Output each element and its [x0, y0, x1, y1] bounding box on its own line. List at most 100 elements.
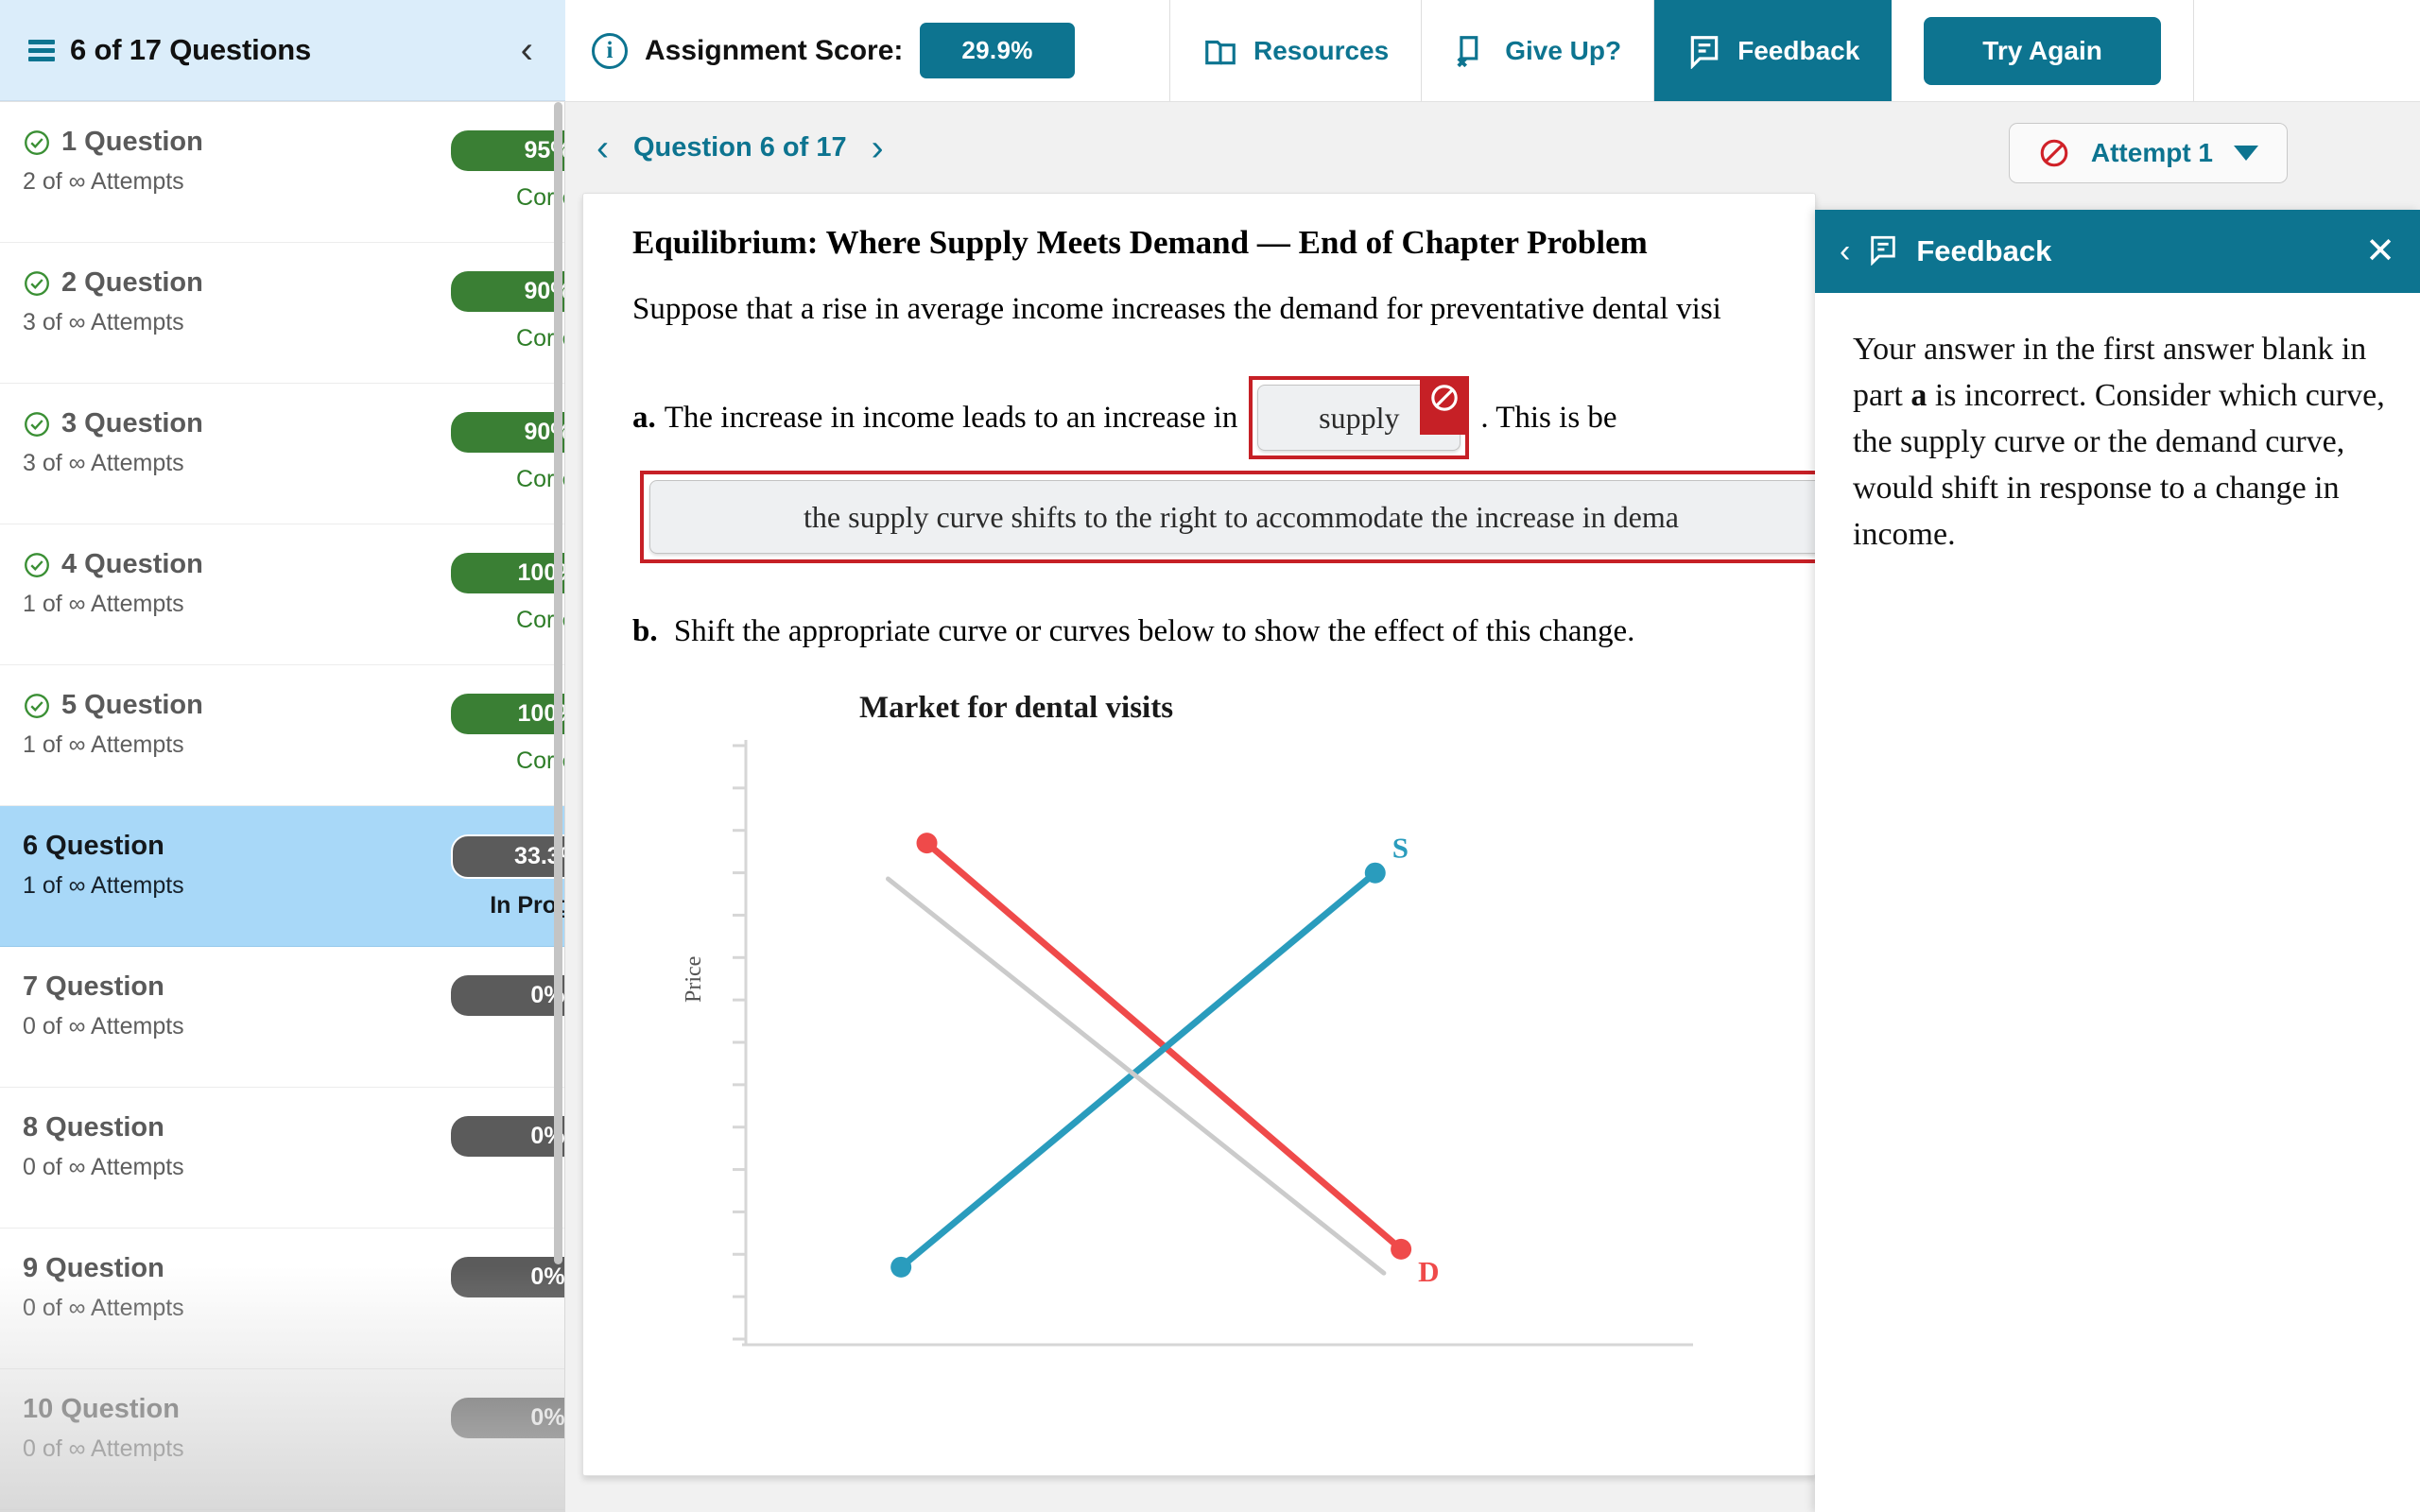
sidebar-scrollbar[interactable] [554, 102, 562, 1264]
score-badge: 90% [451, 271, 564, 312]
try-again-zone: Try Again [1892, 0, 2194, 101]
score-badge: 90% [451, 412, 564, 453]
check-circle-icon [23, 129, 51, 157]
status-text: Correct [516, 466, 564, 492]
chart-title: Market for dental visits [858, 691, 1174, 725]
feedback-tab-label: Feedback [1737, 35, 1860, 65]
give-up-label: Give Up? [1505, 35, 1622, 65]
chart-drag-handle[interactable] [916, 833, 938, 854]
question-list-item-status: 90% Correct [451, 412, 564, 493]
info-icon[interactable]: i [592, 32, 628, 69]
question-list-item[interactable]: 7 Question 0 of ∞ Attempts 0% [0, 947, 564, 1088]
incorrect-outline: supply [1249, 376, 1470, 459]
top-toolbar: 6 of 17 Questions ‹ i Assignment Score: … [0, 0, 2420, 102]
question-list-item-name: 5 Question [61, 690, 203, 720]
chart-canvas[interactable]: DS [700, 734, 1693, 1358]
question-list-item[interactable]: 4 Question1 of ∞ Attempts100%Correct [0, 524, 564, 665]
try-again-button[interactable]: Try Again [1924, 16, 2161, 85]
resources-label: Resources [1253, 35, 1390, 65]
question-counter-label: Question 6 of 17 [633, 131, 847, 163]
attempt-label: Attempt 1 [2090, 138, 2213, 167]
question-list-item-status: 0% [451, 1257, 564, 1297]
question-list-item[interactable]: 5 Question1 of ∞ Attempts100%Correct [0, 665, 564, 806]
part-a-text-before: The increase in income leads to an incre… [664, 400, 1238, 435]
incorrect-flag [1420, 376, 1470, 435]
give-up-button[interactable]: Give Up? [1422, 0, 1655, 101]
check-circle-icon [23, 551, 51, 579]
question-intro: Suppose that a rise in average income in… [632, 292, 1721, 326]
chevron-left-icon[interactable]: ‹ [1840, 235, 1850, 267]
question-list-header[interactable]: 6 of 17 Questions ‹ [0, 0, 565, 101]
supply-demand-chart[interactable]: Market for dental visits Price DS [632, 691, 1748, 1409]
question-list-item-status: 0% [451, 975, 564, 1016]
chart-drag-handle[interactable] [1391, 1238, 1412, 1260]
score-badge: 100% [451, 694, 564, 734]
chart-series-S[interactable]: S [890, 832, 1409, 1278]
score-badge: 0% [451, 1257, 564, 1297]
question-card: Equilibrium: Where Supply Meets Demand —… [582, 193, 1816, 1476]
question-list-item-name: 6 Question [23, 831, 164, 861]
feedback-icon [1686, 33, 1722, 69]
next-question-icon[interactable]: › [872, 129, 884, 166]
resources-button[interactable]: Resources [1170, 0, 1423, 101]
list-icon [28, 39, 55, 61]
score-badge: 100% [451, 553, 564, 593]
chart-series-D[interactable]: D [916, 833, 1440, 1288]
status-text: Correct [516, 747, 564, 774]
feedback-icon [1867, 233, 1899, 270]
question-list-item-status: 0% [451, 1398, 564, 1438]
part-a-blank-wrap: supply [1249, 376, 1470, 459]
chart-drag-handle[interactable] [1364, 862, 1386, 884]
question-list-item-status: 0% [451, 1116, 564, 1157]
question-list-item-name: 9 Question [23, 1253, 164, 1283]
assignment-score-zone: i Assignment Score: 29.9% [565, 0, 1170, 101]
question-list-item-attempts: 0 of ∞ Attempts [23, 1013, 184, 1040]
check-circle-icon [23, 410, 51, 438]
status-text: Correct [516, 607, 564, 633]
score-badge: 0% [451, 1398, 564, 1438]
chart-series-label: D [1418, 1255, 1439, 1288]
question-list-sidebar[interactable]: 1 Question2 of ∞ Attempts95%Correct2 Que… [0, 102, 565, 1512]
answer-blank-2[interactable]: the supply curve shifts to the right to … [649, 480, 1815, 554]
question-list-item-status: 100% Correct [451, 694, 564, 775]
feedback-panel: ‹ Feedback ✕ Your answer in the first an… [1815, 210, 2420, 1512]
question-list-item[interactable]: 3 Question3 of ∞ Attempts90%Correct [0, 384, 564, 524]
question-list-item-status: 90% Correct [451, 271, 564, 352]
assignment-score-value: 29.9% [920, 23, 1075, 78]
feedback-tab[interactable]: Feedback [1654, 0, 1893, 101]
question-list-item[interactable]: 10 Question 0 of ∞ Attempts 0% [0, 1369, 564, 1510]
part-b-text: Shift the appropriate curve or curves be… [673, 614, 1635, 648]
question-list-item-name: 3 Question [61, 408, 203, 438]
application-root: 6 of 17 Questions ‹ i Assignment Score: … [0, 0, 2420, 1512]
give-up-icon [1454, 33, 1490, 69]
prev-question-icon[interactable]: ‹ [596, 129, 609, 166]
check-circle-icon [23, 269, 51, 298]
chevron-left-icon[interactable]: ‹ [521, 31, 533, 69]
part-a: a. The increase in income leads to an in… [632, 376, 1815, 459]
question-list-item-name: 4 Question [61, 549, 203, 579]
question-list-item-name: 1 Question [61, 127, 203, 157]
incorrect-outline-2: the supply curve shifts to the right to … [640, 471, 1815, 563]
feedback-text-bold: a [1910, 377, 1927, 413]
score-badge: 0% [451, 1116, 564, 1157]
score-badge: 95% [451, 130, 564, 171]
question-list-item[interactable]: 8 Question 0 of ∞ Attempts 0% [0, 1088, 564, 1228]
question-list-item[interactable]: 2 Question3 of ∞ Attempts90%Correct [0, 243, 564, 384]
part-a-label: a. [632, 400, 656, 435]
question-list-item-attempts: 0 of ∞ Attempts [23, 1435, 184, 1462]
assignment-score-label: Assignment Score: [645, 34, 904, 66]
attempt-selector[interactable]: Attempt 1 [2008, 123, 2288, 183]
feedback-panel-header: ‹ Feedback ✕ [1815, 210, 2420, 293]
part-b-label: b. [632, 614, 658, 648]
close-icon[interactable]: ✕ [2365, 233, 2395, 269]
question-list-item-name: 8 Question [23, 1112, 164, 1143]
question-list-item-attempts: 0 of ∞ Attempts [23, 1295, 184, 1321]
chart-drag-handle[interactable] [890, 1256, 912, 1278]
question-list-item-name: 10 Question [23, 1394, 180, 1424]
feedback-text-part2: is incorrect. Consider which curve, the … [1853, 377, 2385, 552]
question-list-item[interactable]: 6 Question1 of ∞ Attempts33.3%In Progres… [0, 806, 564, 947]
question-list-item[interactable]: 9 Question 0 of ∞ Attempts 0% [0, 1228, 564, 1369]
question-list-title: 6 of 17 Questions [70, 33, 311, 66]
question-list-item[interactable]: 1 Question2 of ∞ Attempts95%Correct [0, 102, 564, 243]
question-list-item-attempts: 0 of ∞ Attempts [23, 1154, 184, 1180]
